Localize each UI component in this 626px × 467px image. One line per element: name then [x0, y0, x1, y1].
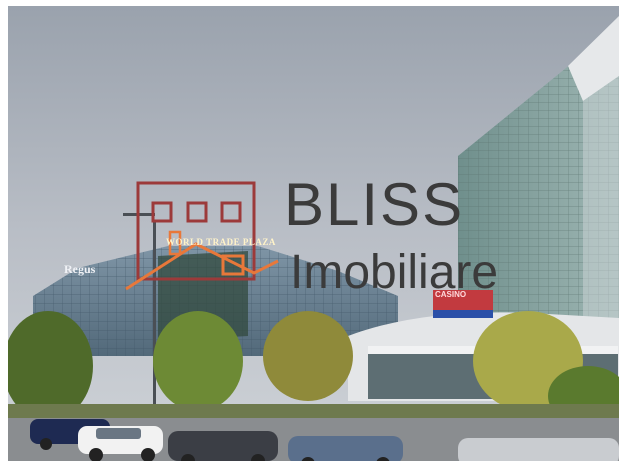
regus-sign: Regus	[64, 262, 96, 276]
logo-wordmark-imobiliare: Imobiliare	[290, 246, 499, 299]
tree	[153, 311, 243, 411]
car	[288, 436, 403, 461]
world-trade-plaza-sign: WORLD TRADE PLAZA	[166, 237, 276, 247]
image-frame: Regus WORLD TRADE PLAZA CASINO BLISS Imo…	[0, 0, 626, 467]
logo-wordmark-bliss: BLISS	[284, 171, 465, 238]
car	[458, 438, 619, 461]
car	[168, 431, 278, 461]
tree	[263, 311, 353, 401]
